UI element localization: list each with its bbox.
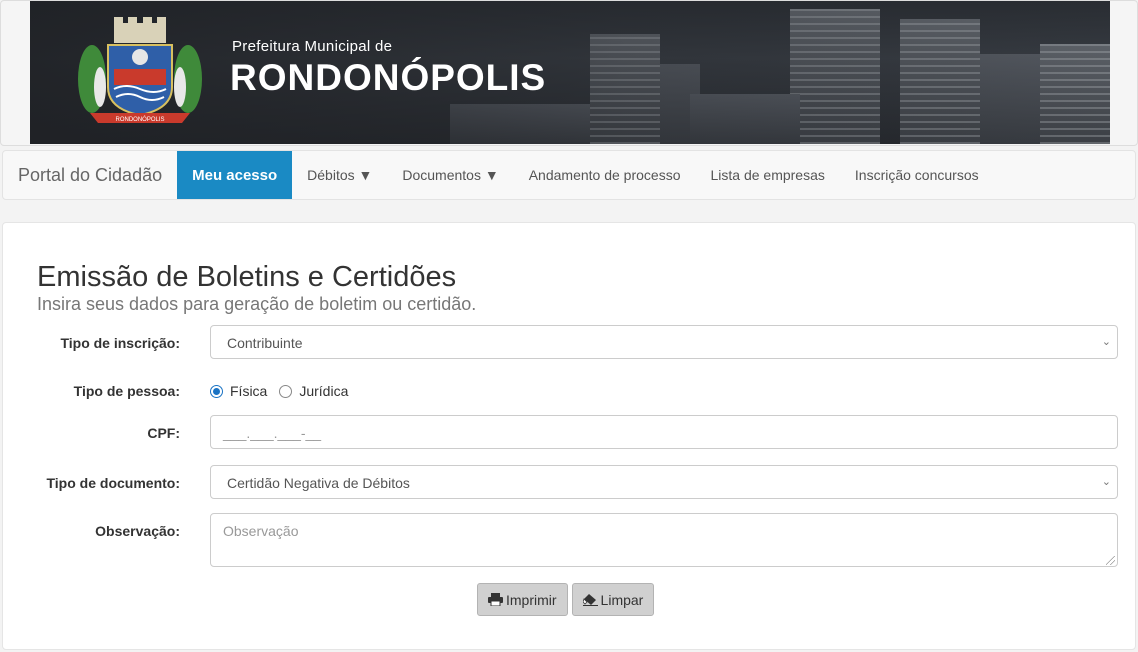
nav-item-andamento-processo[interactable]: Andamento de processo — [514, 151, 696, 199]
cpf-label: CPF: — [147, 425, 180, 441]
nav-item-meu-acesso[interactable]: Meu acesso — [177, 151, 293, 199]
cpf-input[interactable]: ___.___.___-__ — [210, 415, 1118, 449]
tipo-inscricao-value: Contribuinte — [227, 335, 303, 351]
navbar-brand[interactable]: Portal do Cidadão — [3, 151, 177, 199]
form-actions: Imprimir Limpar — [477, 583, 655, 616]
city-name: RONDONÓPOLIS — [230, 57, 547, 98]
coat-of-arms-logo: RONDONÓPOLIS — [78, 17, 202, 123]
main-navbar: Portal do Cidadão Meu acesso Débitos ▼ D… — [2, 150, 1136, 200]
nav-item-inscricao-concursos[interactable]: Inscrição concursos — [840, 151, 994, 199]
printer-icon — [488, 593, 503, 606]
resize-handle-icon[interactable] — [1106, 556, 1115, 565]
imprimir-label: Imprimir — [506, 591, 557, 608]
chevron-down-icon: ⌄ — [1101, 476, 1111, 488]
tipo-documento-value: Certidão Negativa de Débitos — [227, 475, 410, 491]
eraser-icon — [582, 594, 598, 606]
tipo-inscricao-label: Tipo de inscrição: — [60, 335, 180, 351]
page-subtitle: Insira seus dados para geração de boleti… — [37, 294, 477, 314]
nav-item-lista-empresas[interactable]: Lista de empresas — [695, 151, 839, 199]
page-title: Emissão de Boletins e Certidões — [37, 261, 457, 293]
observacao-placeholder: Observação — [223, 523, 299, 539]
chevron-down-icon: ⌄ — [1101, 336, 1111, 348]
nav-item-debitos[interactable]: Débitos ▼ — [292, 151, 387, 199]
crest-ribbon-text: RONDONÓPOLIS — [115, 116, 164, 123]
observacao-textarea[interactable]: Observação — [210, 513, 1118, 567]
header-banner-frame: RONDONÓPOLIS Prefeitura Municipal de RON… — [0, 0, 1138, 146]
radio-fisica[interactable] — [210, 384, 223, 398]
limpar-label: Limpar — [600, 591, 644, 608]
prefeitura-label: Prefeitura Municipal de — [232, 38, 393, 55]
form-panel: Emissão de Boletins e Certidões Insira s… — [2, 222, 1136, 650]
header-banner: RONDONÓPOLIS Prefeitura Municipal de RON… — [30, 1, 1110, 144]
radio-fisica-label[interactable]: Física — [230, 383, 267, 399]
radio-juridica-label[interactable]: Jurídica — [299, 383, 348, 399]
nav-item-documentos[interactable]: Documentos ▼ — [387, 151, 513, 199]
radio-juridica[interactable] — [279, 384, 293, 398]
observacao-label: Observação: — [95, 523, 180, 539]
tipo-documento-label: Tipo de documento: — [46, 475, 180, 491]
tipo-documento-select[interactable]: Certidão Negativa de Débitos ⌄ — [210, 465, 1118, 499]
tipo-inscricao-select[interactable]: Contribuinte ⌄ — [210, 325, 1118, 359]
tipo-pessoa-label: Tipo de pessoa: — [73, 383, 180, 399]
limpar-button[interactable]: Limpar — [571, 583, 655, 616]
cpf-placeholder: ___.___.___-__ — [223, 425, 322, 441]
imprimir-button[interactable]: Imprimir — [477, 583, 568, 616]
